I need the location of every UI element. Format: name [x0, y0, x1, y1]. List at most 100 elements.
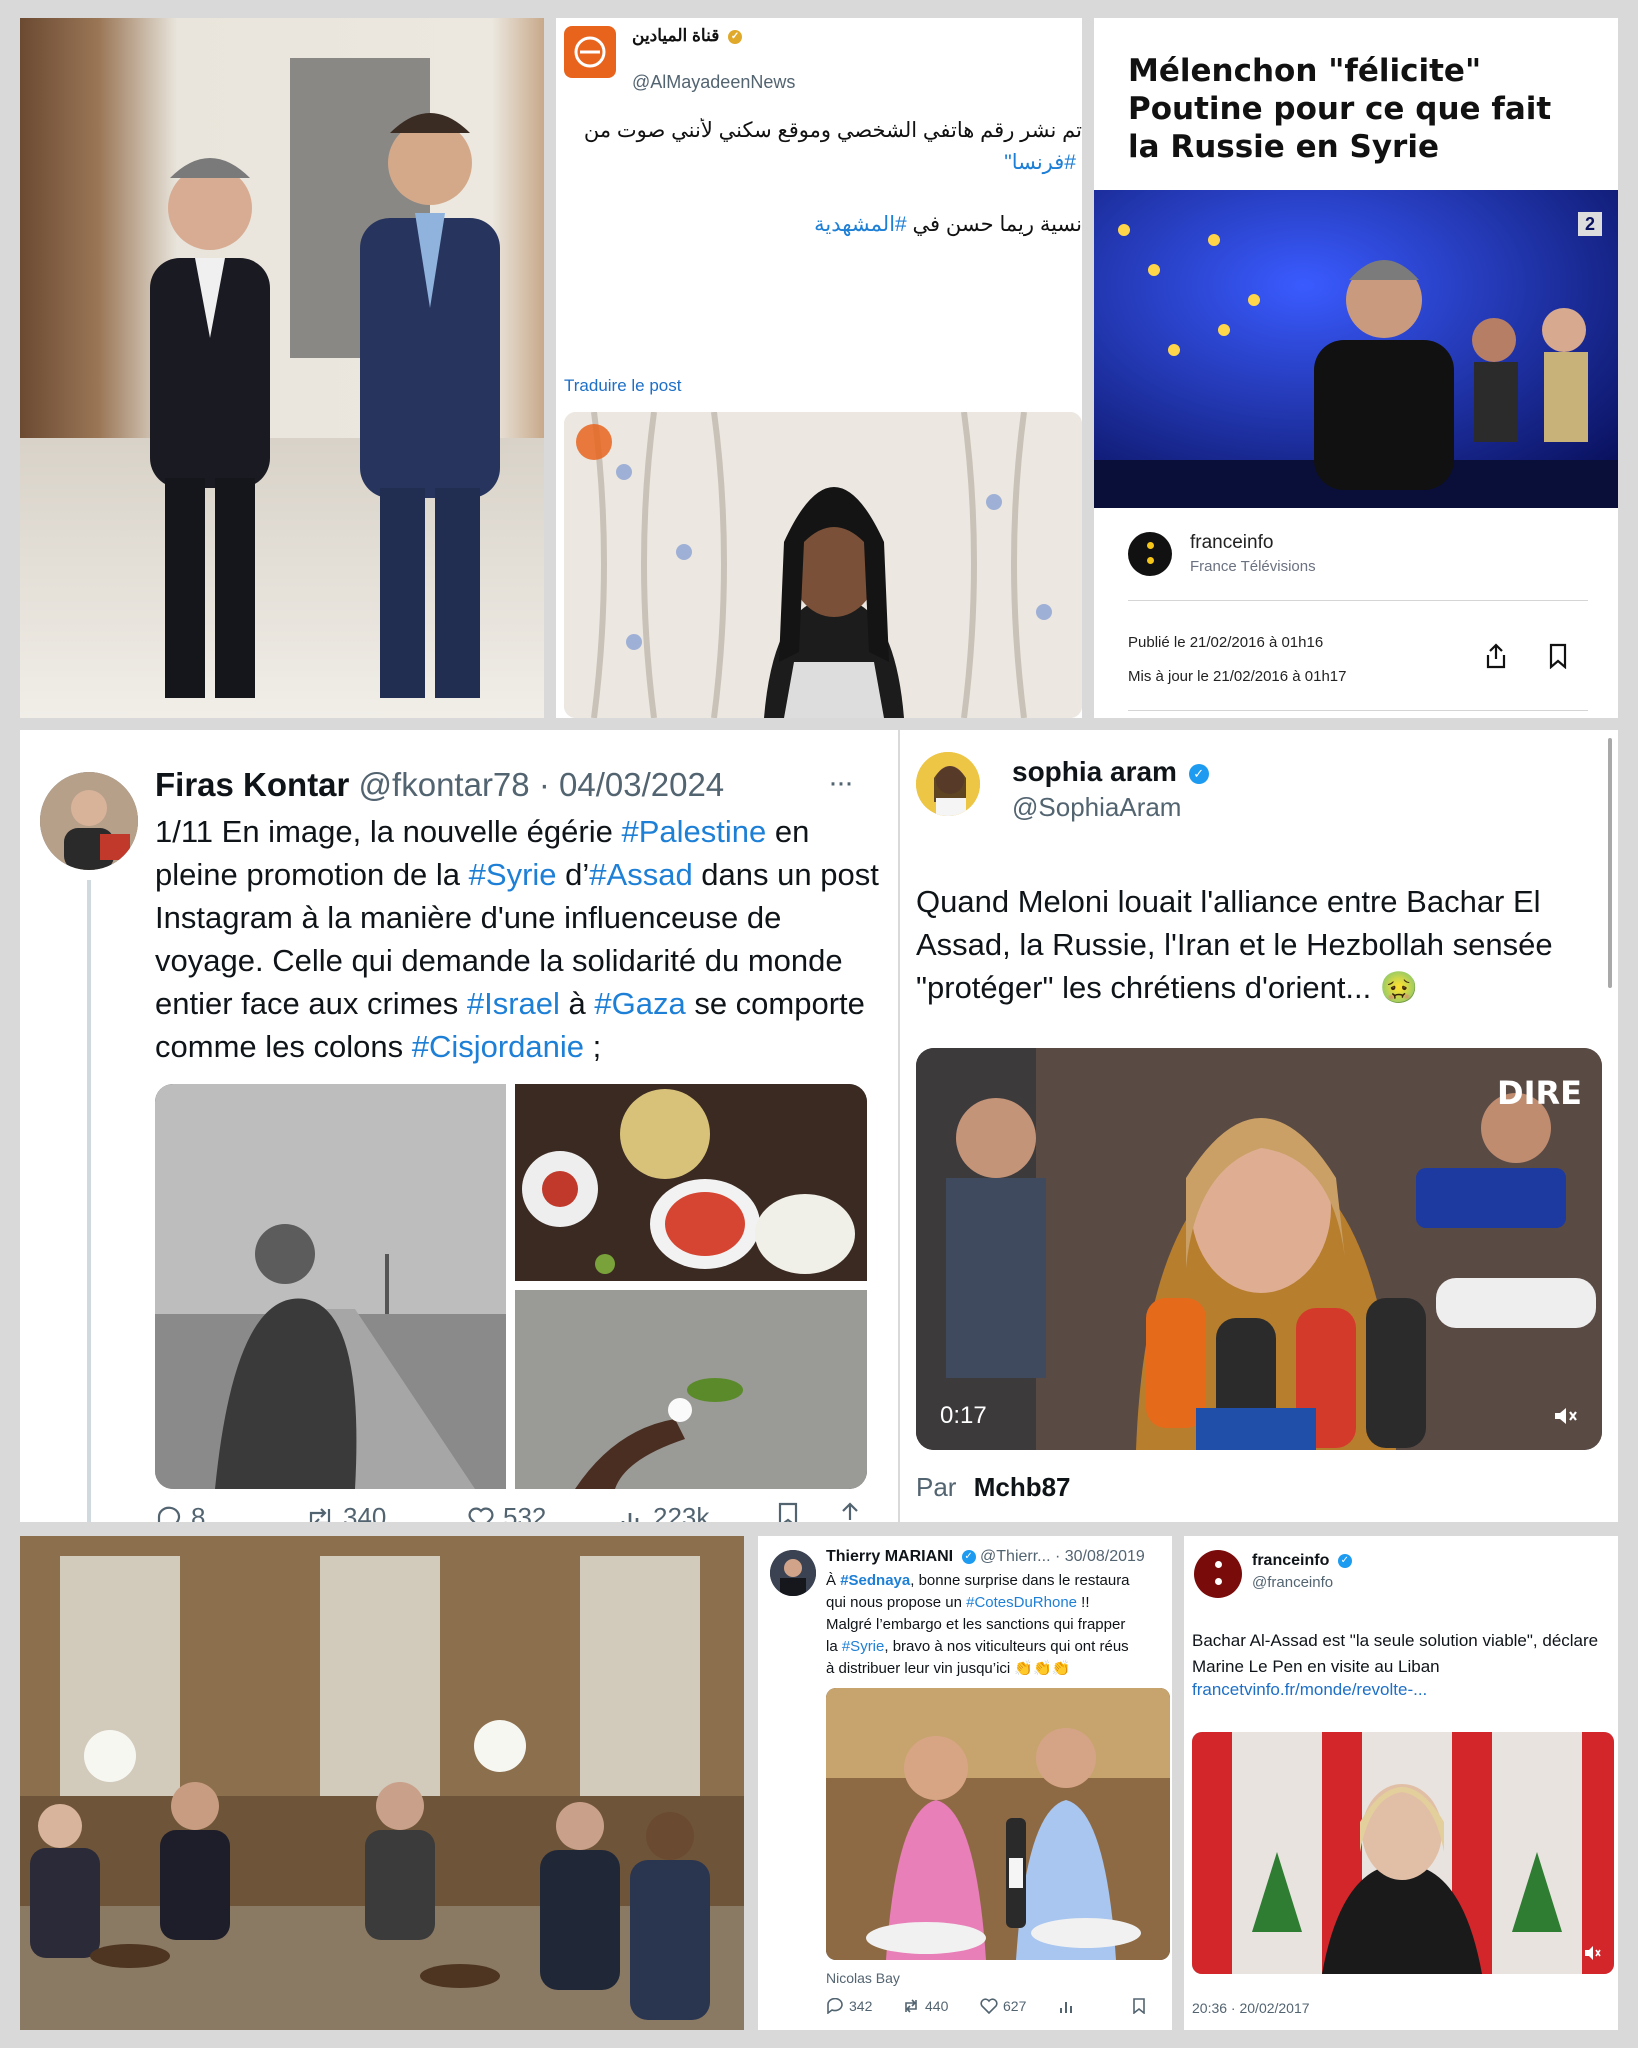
mute-button[interactable]: [1582, 1942, 1604, 1964]
avatar-image: [916, 752, 980, 816]
franceinfo-tweet-text: Bachar Al-Assad est "la seule solution v…: [1192, 1631, 1599, 1676]
franceinfo-tweet-time[interactable]: 20:36 · 20/02/2017: [1192, 2000, 1310, 2016]
kontar-date[interactable]: 04/03/2024: [559, 766, 724, 803]
hashtag-israel[interactable]: #Israel: [467, 986, 560, 1021]
franceinfo-tweet-link[interactable]: francetvinfo.fr/monde/revolte-...: [1192, 1680, 1427, 1700]
like-button[interactable]: 532: [467, 1502, 546, 1522]
aram-name[interactable]: sophia aram: [1012, 756, 1177, 787]
tweet-franceinfo: franceinfo ✓ @franceinfo Bachar Al-Assad…: [1184, 1536, 1618, 2030]
article-published-date: Publié le 21/02/2016 à 01h16: [1128, 634, 1324, 651]
hashtag-syrie[interactable]: #Syrie: [469, 857, 557, 892]
share-icon: [842, 1502, 858, 1520]
hashtag-cisjordanie[interactable]: #Cisjordanie: [412, 1029, 584, 1064]
muted-speaker-icon: [1585, 1946, 1601, 1960]
bookmark-icon: [778, 1502, 798, 1522]
video-brand-logo: DIRE: [1497, 1074, 1582, 1112]
mute-button[interactable]: [1550, 1400, 1582, 1432]
repost-icon: [905, 1999, 917, 2013]
almayadeen-handle[interactable]: @AlMayadeenNews: [632, 72, 795, 93]
article-source-name[interactable]: franceinfo: [1190, 532, 1273, 554]
hashtag-gaza[interactable]: #Gaza: [594, 986, 685, 1021]
kontar-tweet-text: 1/11 En image, la nouvelle égérie #Pales…: [155, 814, 879, 1064]
franceinfo-article-card: Mélenchon "félicite" Poutine pour ce que…: [1094, 18, 1618, 718]
franceinfo-name[interactable]: franceinfo: [1252, 1552, 1329, 1569]
aram-handle[interactable]: @SophiaAram: [1012, 792, 1181, 823]
reply-button[interactable]: 8: [155, 1502, 205, 1522]
views-button[interactable]: 223k: [619, 1502, 709, 1522]
mariani-date[interactable]: 30/08/2019: [1065, 1548, 1145, 1565]
par-label: Par: [916, 1472, 957, 1502]
verified-badge-icon: ✓: [728, 29, 743, 44]
repost-icon: [309, 1507, 331, 1522]
reply-icon: [827, 1998, 843, 2014]
scrollbar[interactable]: [1608, 738, 1612, 988]
reply-button[interactable]: 342: [826, 1998, 872, 2014]
kontar-name[interactable]: Firas Kontar: [155, 766, 349, 803]
like-button[interactable]: 627: [980, 1998, 1026, 2014]
mariani-photo-caption: Nicolas Bay: [826, 1970, 900, 1986]
tweet-thierry-mariani: Thierry MARIANI ✓ @Thierr... · 30/08/201…: [758, 1536, 1172, 2030]
photo-assad-meeting-image: [20, 1536, 744, 2030]
almayadeen-video-thumbnail[interactable]: [564, 412, 1082, 718]
tweet-sophia-aram: sophia aram ✓ @SophiaAram Quand Meloni l…: [900, 730, 1618, 1522]
hashtag-france[interactable]: #فرنسا": [1004, 151, 1076, 174]
hashtag-palestine[interactable]: #Palestine: [621, 814, 766, 849]
bookmark-button[interactable]: [777, 1502, 799, 1522]
article-photo-image: [1094, 190, 1618, 508]
share-button[interactable]: [1478, 638, 1514, 674]
repost-button[interactable]: 440: [902, 1998, 948, 2014]
franceinfo-video-image: [1192, 1732, 1614, 1974]
kontar-avatar[interactable]: [40, 772, 138, 870]
franceinfo-handle[interactable]: @franceinfo: [1252, 1574, 1333, 1591]
almayadeen-avatar[interactable]: [564, 26, 616, 78]
heart-icon: [980, 1998, 998, 2014]
reply-icon: [157, 1506, 181, 1522]
aram-avatar[interactable]: [916, 752, 980, 816]
article-title[interactable]: Mélenchon "félicite" Poutine pour ce que…: [1128, 52, 1588, 166]
hashtag-almashhadiya[interactable]: #المشهدية: [814, 213, 907, 236]
share-button[interactable]: [839, 1502, 861, 1522]
franceinfo-video-thumbnail[interactable]: [1192, 1732, 1614, 1974]
share-icon: [1486, 643, 1506, 669]
mariani-handle[interactable]: @Thierr...: [980, 1548, 1050, 1565]
hashtag-cotesdurhone[interactable]: #CotesDuRhone: [966, 1594, 1077, 1611]
kontar-media-grid: [155, 1084, 867, 1489]
kontar-handle[interactable]: @fkontar78: [359, 766, 530, 803]
heart-icon: [468, 1507, 494, 1522]
views-button[interactable]: [1058, 1998, 1074, 2014]
mariani-photo-image: [826, 1688, 1170, 1960]
bookmark-button[interactable]: [1540, 638, 1576, 674]
verified-badge-icon: ✓: [1188, 763, 1209, 784]
mariani-name[interactable]: Thierry MARIANI: [826, 1548, 953, 1565]
kontar-stats-bar: 8 340 532 223k: [155, 1502, 867, 1522]
translate-post-link[interactable]: Traduire le post: [564, 376, 681, 396]
aram-video-player[interactable]: DIRE 0:17: [916, 1048, 1602, 1450]
media-photo-woman-road[interactable]: [155, 1084, 506, 1489]
bookmark-icon: [1133, 1998, 1145, 2014]
franceinfo-avatar[interactable]: [1194, 1550, 1242, 1598]
article-photo-melenchon[interactable]: 2: [1094, 190, 1618, 508]
media-photo-food[interactable]: [515, 1084, 867, 1281]
photo-assad-meeting: [20, 1536, 744, 2030]
mariani-photo-restaurant[interactable]: [826, 1688, 1170, 1960]
almayadeen-name[interactable]: قناة الميادين: [632, 26, 719, 45]
par-name[interactable]: Mchb87: [974, 1472, 1071, 1502]
photo-mariani-assad: [20, 18, 544, 718]
media-photo-flower[interactable]: [515, 1290, 867, 1489]
hashtag-syrie[interactable]: #Syrie: [842, 1638, 885, 1655]
avatar-image: [40, 772, 138, 870]
bookmark-button[interactable]: [1132, 1998, 1146, 2014]
mariani-tweet-text: À #Sednaya, bonne surprise dans le resta…: [826, 1572, 1130, 1677]
more-options-button[interactable]: ···: [828, 766, 854, 800]
muted-speaker-icon: [1555, 1408, 1577, 1424]
aram-tweet-text: Quand Meloni louait l'alliance entre Bac…: [916, 884, 1553, 1005]
verified-badge-icon: ✓: [1337, 1553, 1352, 1568]
views-chart-icon: [621, 1512, 639, 1522]
mariani-avatar[interactable]: [770, 1550, 816, 1596]
nauseated-face-emoji: 🤢: [1379, 970, 1419, 1005]
hashtag-assad[interactable]: #Assad: [589, 857, 692, 892]
hashtag-sednaya[interactable]: #Sednaya: [840, 1572, 910, 1589]
photo-mariani-assad-image: [20, 18, 544, 718]
repost-button[interactable]: 340: [305, 1502, 386, 1522]
verified-badge-icon: ✓: [961, 1549, 976, 1564]
